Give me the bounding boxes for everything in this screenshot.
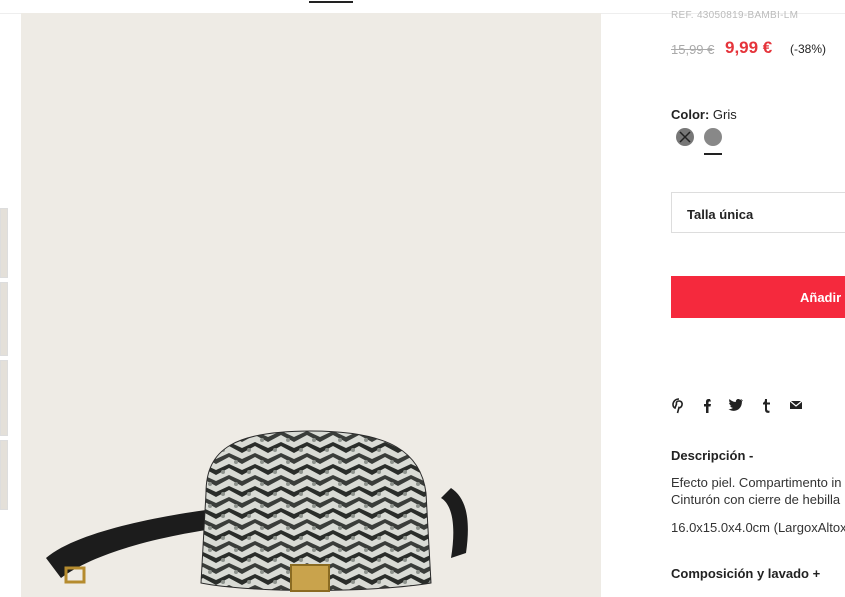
sale-price: 9,99 € (725, 38, 773, 57)
description-line-1: Efecto piel. Compartimento in (671, 475, 842, 490)
thumbnail-3[interactable] (0, 360, 8, 436)
color-swatch-gris[interactable] (704, 128, 722, 146)
product-reference: REF. 43050819-BAMBI-LM (671, 10, 799, 21)
add-to-cart-button[interactable]: Añadir (671, 276, 845, 318)
color-value: Gris (712, 107, 737, 122)
thumbnail-2[interactable] (0, 282, 8, 356)
active-tab-indicator (309, 1, 353, 3)
thumbnail-4[interactable] (0, 440, 8, 510)
color-label-row: Color: Gris (671, 107, 737, 122)
description-dimensions: 16.0x15.0x4.0cm (LargoxAltox (671, 520, 845, 535)
unavailable-cross-icon (679, 131, 691, 143)
size-selected-value: Talla única (687, 207, 754, 222)
size-selector[interactable]: Talla única (671, 192, 845, 233)
color-label: Color: (671, 107, 710, 122)
thumbnail-1[interactable] (0, 208, 8, 278)
facebook-icon[interactable] (700, 398, 716, 414)
mail-icon[interactable] (788, 398, 804, 414)
discount-badge: (-38%) (790, 42, 827, 56)
twitter-icon[interactable] (728, 398, 744, 414)
add-to-cart-label: Añadir (800, 290, 842, 305)
color-swatch-unavailable[interactable] (676, 128, 694, 146)
product-photo-illustration (46, 430, 468, 592)
product-main-image[interactable] (21, 13, 601, 597)
description-line-2: Cinturón con cierre de hebilla (671, 492, 841, 507)
selected-swatch-indicator (704, 153, 722, 155)
thumbnail-strip (0, 208, 8, 510)
original-price: 15,99 € (671, 42, 715, 57)
composition-section-toggle[interactable]: Composición y lavado + (671, 566, 820, 581)
description-section-toggle[interactable]: Descripción - (671, 448, 753, 463)
pinterest-icon[interactable] (671, 398, 687, 414)
tumblr-icon[interactable] (758, 398, 774, 414)
